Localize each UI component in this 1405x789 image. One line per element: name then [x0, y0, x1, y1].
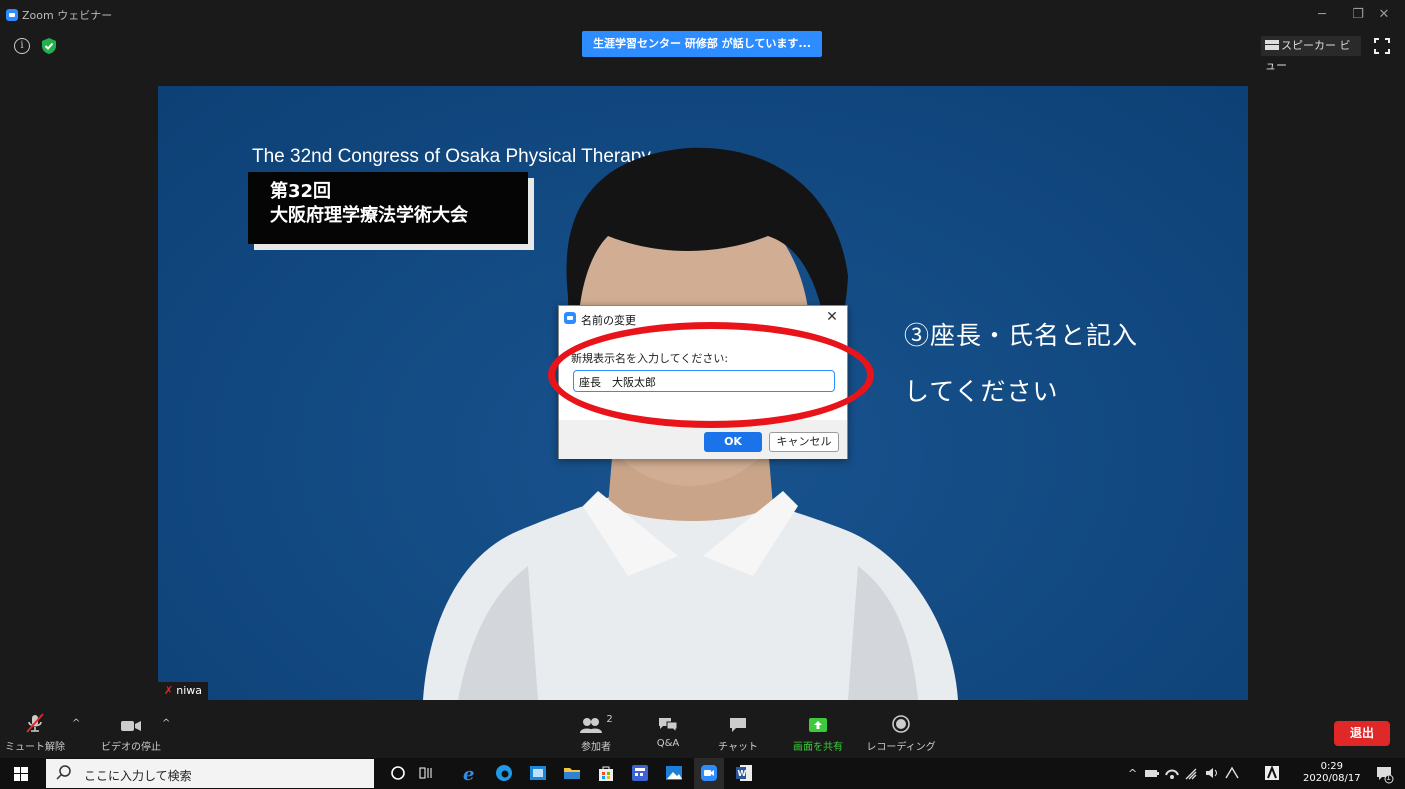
record-button[interactable]: レコーディング	[864, 706, 938, 758]
zoom-window: Zoom ウェビナー ─ ❐ ✕ i 生涯学習センター 研修部 が話しています.…	[0, 0, 1405, 789]
battery-icon[interactable]	[1144, 766, 1160, 780]
chat-button[interactable]: チャット	[710, 706, 766, 758]
participant-name-badge: ✗ niwa	[158, 682, 208, 700]
participants-label: 参加者	[581, 742, 611, 753]
participants-count: 2	[606, 714, 613, 725]
edge-browser-icon[interactable]	[494, 763, 514, 783]
window-title: Zoom ウェビナー	[22, 9, 113, 22]
svg-text:W: W	[738, 769, 747, 778]
active-speaker-banner: 生涯学習センター 研修部 が話しています...	[582, 31, 822, 57]
zoom-app-icon	[6, 9, 18, 21]
app-icon[interactable]	[528, 763, 548, 783]
audio-options-caret-icon[interactable]: ^	[72, 718, 80, 729]
search-placeholder: ここに入力して検索	[84, 769, 192, 783]
clock-date: 2020/08/17	[1303, 773, 1361, 784]
wifi-icon[interactable]	[1184, 766, 1200, 780]
zoom-taskbar-icon[interactable]	[699, 763, 719, 783]
participants-icon	[580, 718, 603, 733]
file-explorer-icon[interactable]	[562, 763, 582, 783]
dialog-title: 名前の変更	[581, 314, 636, 327]
taskbar-search-box[interactable]: ここに入力して検索	[46, 759, 374, 788]
volume-icon[interactable]	[1204, 766, 1220, 780]
meeting-toolbar: ミュート解除 ^ ビデオの停止 ^ 2 参加者 Q&A チャット 画面を共有 レ…	[0, 706, 1405, 758]
task-view-icon[interactable]	[416, 763, 436, 783]
internet-explorer-icon[interactable]: e	[460, 763, 480, 783]
participants-button[interactable]: 2 参加者	[572, 706, 620, 758]
ime-icon[interactable]	[1224, 766, 1240, 780]
zoom-app-icon	[564, 312, 576, 324]
fullscreen-icon[interactable]	[1374, 38, 1390, 54]
clock-time: 0:29	[1320, 761, 1344, 772]
highlight-ellipse	[548, 322, 874, 428]
svg-text:e: e	[463, 764, 474, 783]
cancel-button[interactable]: キャンセル	[769, 432, 839, 452]
minimize-button[interactable]: ─	[1302, 4, 1342, 26]
ok-button[interactable]: OK	[704, 432, 762, 452]
mic-muted-icon	[26, 713, 44, 733]
windows-start-icon[interactable]	[14, 767, 28, 781]
chat-label: チャット	[718, 742, 758, 753]
show-hidden-icons-icon[interactable]: ^	[1128, 767, 1137, 780]
video-camera-icon	[121, 721, 141, 731]
dialog-close-icon[interactable]: ✕	[823, 309, 841, 325]
record-icon	[892, 715, 910, 733]
qa-icon	[659, 718, 678, 734]
photos-icon[interactable]	[664, 763, 684, 783]
chat-icon	[730, 718, 746, 732]
instruction-line2: してください	[904, 377, 1059, 406]
adobe-icon[interactable]	[1264, 765, 1280, 781]
qa-label: Q&A	[656, 738, 680, 749]
taskbar-clock[interactable]: 0:29 2020/08/17	[1303, 761, 1361, 785]
word-icon[interactable]: W	[734, 763, 754, 783]
grid-view-icon	[1265, 40, 1279, 50]
store-icon[interactable]	[596, 763, 616, 783]
speaker-view-button[interactable]: スピーカー ビュー	[1261, 36, 1361, 72]
cortana-icon[interactable]	[388, 763, 408, 783]
info-icon[interactable]: i	[14, 38, 30, 54]
video-options-caret-icon[interactable]: ^	[162, 718, 170, 729]
instruction-line1: ③座長・氏名と記入	[904, 321, 1139, 350]
unmute-label: ミュート解除	[5, 742, 65, 753]
share-screen-button[interactable]: 画面を共有	[786, 706, 850, 758]
shield-icon[interactable]	[40, 37, 58, 55]
qa-button[interactable]: Q&A	[644, 706, 692, 758]
record-label: レコーディング	[866, 742, 936, 753]
mic-muted-icon: ✗	[164, 684, 174, 697]
windows-taskbar: ここに入力して検索 e W ^ 0:29 2020/08/17 1	[0, 758, 1405, 789]
participant-name: niwa	[176, 684, 202, 697]
title-bar: Zoom ウェビナー ─ ❐ ✕	[0, 0, 1405, 28]
unmute-button[interactable]: ミュート解除	[2, 706, 68, 758]
calculator-icon[interactable]	[630, 763, 650, 783]
close-button[interactable]: ✕	[1364, 4, 1404, 26]
share-screen-label: 画面を共有	[793, 742, 843, 753]
notification-count: 1	[1386, 773, 1392, 782]
share-screen-icon	[809, 718, 827, 732]
search-icon	[56, 765, 71, 780]
network-icon[interactable]	[1164, 766, 1180, 780]
stop-video-label: ビデオの停止	[101, 742, 161, 753]
leave-button[interactable]: 退出	[1334, 721, 1390, 746]
stop-video-button[interactable]: ビデオの停止	[96, 706, 166, 758]
